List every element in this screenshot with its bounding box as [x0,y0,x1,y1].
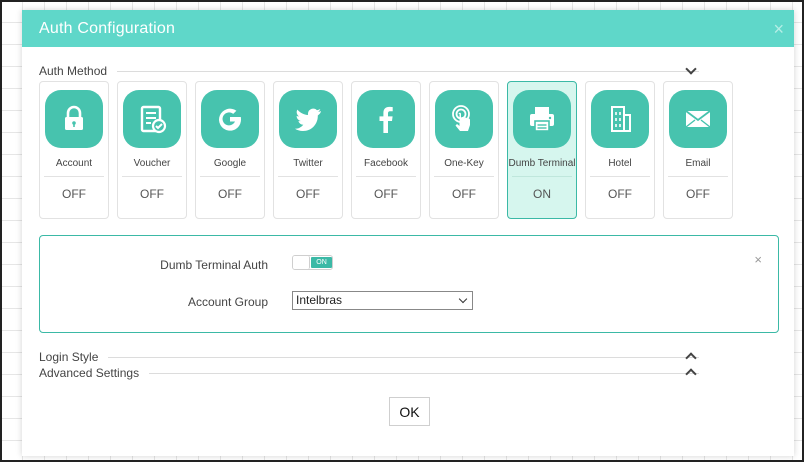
auth-method-label: Facebook [364,158,408,169]
auth-method-label: Email [685,158,711,169]
auth-method-dumb-terminal[interactable]: Dumb Terminal ON [507,81,577,219]
toggle-knob [293,256,310,269]
dumb-terminal-auth-toggle[interactable]: ON [292,255,333,270]
auth-method-one-key[interactable]: One-Key OFF [429,81,499,219]
status-text: OFF [62,187,86,201]
auth-method-label: Dumb Terminal [508,158,576,169]
status-text: OFF [452,187,476,201]
divider [44,176,104,177]
lock-icon [45,90,103,148]
divider [356,176,416,177]
account-group-label: Account Group [187,295,268,309]
auth-method-account[interactable]: Account OFF [39,81,109,219]
auth-method-label: One-Key [444,158,484,169]
auth-method-label: Account [55,158,93,169]
divider [512,176,572,177]
status-text: OFF [374,187,398,201]
auth-method-label: Voucher [133,158,171,169]
status-text: OFF [140,187,164,201]
toggle-state: ON [311,257,332,268]
touch-icon [435,90,493,148]
dumb-terminal-settings-panel: × Dumb Terminal Auth ON Account Group In… [39,235,779,333]
twitter-icon [279,90,337,148]
divider [122,176,182,177]
envelope-icon [669,90,727,148]
auth-method-google[interactable]: Google OFF [195,81,265,219]
auth-method-label: Auth Method [39,64,108,78]
divider [149,372,699,374]
dialog-header: Auth Configuration × [22,10,794,47]
dumb-terminal-auth-label: Dumb Terminal Auth [160,258,268,272]
auth-method-twitter[interactable]: Twitter OFF [273,81,343,219]
divider [668,176,728,177]
auth-method-voucher[interactable]: Voucher OFF [117,81,187,219]
status-text: ON [533,187,551,201]
login-style-header[interactable]: Login Style [39,349,699,365]
auth-method-hotel[interactable]: Hotel OFF [585,81,655,219]
status-text: OFF [686,187,710,201]
auth-method-facebook[interactable]: Facebook OFF [351,81,421,219]
auth-method-header[interactable]: Auth Method [39,63,699,79]
facebook-icon [357,90,415,148]
voucher-icon [123,90,181,148]
advanced-settings-header[interactable]: Advanced Settings [39,365,699,381]
login-style-label: Login Style [39,350,99,364]
account-group-value: Intelbras [296,293,343,307]
divider [590,176,650,177]
building-icon [591,90,649,148]
auth-method-label: Twitter [293,158,323,169]
auth-method-label: Google [213,158,247,169]
divider [278,176,338,177]
close-icon[interactable]: × [773,20,784,38]
status-text: OFF [218,187,242,201]
auth-method-email[interactable]: Email OFF [663,81,733,219]
status-text: OFF [296,187,320,201]
chevron-down-icon [458,294,468,304]
auth-method-list: Account OFF Voucher OFF Google OFF Twitt… [39,81,739,219]
dialog-title: Auth Configuration [39,19,176,37]
status-text: OFF [608,187,632,201]
divider [117,70,699,72]
close-icon[interactable]: × [754,252,762,267]
advanced-settings-label: Advanced Settings [39,366,140,380]
auth-method-label: Hotel [608,158,632,169]
printer-icon [513,90,571,148]
divider [108,356,699,358]
google-icon [201,90,259,148]
ok-button[interactable]: OK [389,397,430,426]
divider [200,176,260,177]
auth-configuration-dialog: Auth Configuration × Auth Method Account… [22,10,794,456]
account-group-select[interactable]: Intelbras [292,291,473,310]
divider [434,176,494,177]
